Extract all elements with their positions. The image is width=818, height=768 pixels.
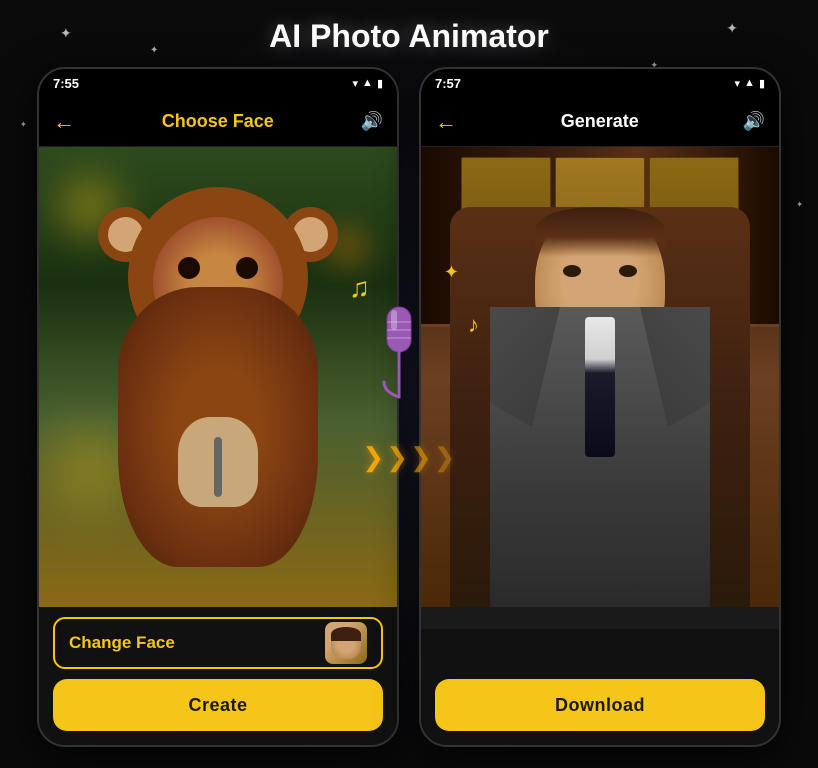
battery-icon: ▮ bbox=[377, 77, 383, 90]
right-status-bar: 7:57 ▾ ▲ ▮ bbox=[421, 69, 779, 97]
suit-lapel-right bbox=[640, 307, 710, 427]
right-status-icons: ▾ ▲ ▮ bbox=[735, 77, 765, 90]
man-hair bbox=[535, 207, 665, 257]
left-image-area bbox=[39, 147, 397, 607]
monkey-costume bbox=[88, 187, 348, 567]
create-button[interactable]: Create bbox=[53, 679, 383, 731]
right-wifi-icon: ▲ bbox=[744, 77, 755, 89]
right-nav-bar: ← Generate 🔊 bbox=[421, 97, 779, 147]
child-eye-left bbox=[178, 257, 200, 279]
left-status-bar: 7:55 ▾ ▲ ▮ bbox=[39, 69, 397, 97]
right-sound-icon[interactable]: 🔊 bbox=[743, 111, 765, 132]
right-status-time: 7:57 bbox=[435, 76, 461, 91]
suited-man bbox=[460, 157, 740, 607]
monkey-child-image bbox=[39, 147, 397, 607]
left-back-button[interactable]: ← bbox=[53, 109, 75, 135]
man-eye-right bbox=[619, 265, 637, 277]
suit-lapel-left bbox=[490, 307, 560, 427]
right-signal-icon: ▾ bbox=[735, 77, 741, 90]
signal-icon: ▾ bbox=[353, 77, 359, 90]
right-nav-title: Generate bbox=[561, 111, 639, 132]
right-battery-icon: ▮ bbox=[759, 77, 765, 90]
left-sound-icon[interactable]: 🔊 bbox=[361, 111, 383, 132]
change-face-button[interactable]: Change Face bbox=[53, 617, 383, 669]
zipper bbox=[214, 437, 222, 497]
messi-thumbnail bbox=[331, 627, 361, 659]
suited-man-image bbox=[421, 147, 779, 607]
download-button[interactable]: Download bbox=[435, 679, 765, 731]
left-nav-bar: ← Choose Face 🔊 bbox=[39, 97, 397, 147]
right-phone-controls: Download bbox=[421, 629, 779, 745]
costume-body bbox=[118, 287, 318, 567]
left-status-icons: ▾ ▲ ▮ bbox=[353, 77, 383, 90]
right-image-area bbox=[421, 147, 779, 607]
page-title: AI Photo Animator bbox=[0, 0, 818, 67]
suit-body bbox=[490, 307, 710, 607]
child-eye-right bbox=[236, 257, 258, 279]
left-phone-controls: Change Face Create bbox=[39, 607, 397, 745]
mini-hair bbox=[331, 627, 361, 641]
man-eye-left bbox=[563, 265, 581, 277]
change-face-label: Change Face bbox=[69, 633, 175, 653]
right-phone: 7:57 ▾ ▲ ▮ ← Generate 🔊 bbox=[419, 67, 781, 747]
left-status-time: 7:55 bbox=[53, 76, 79, 91]
right-back-button[interactable]: ← bbox=[435, 109, 457, 135]
shirt-tie bbox=[585, 317, 615, 457]
face-thumbnail bbox=[325, 622, 367, 664]
left-nav-title: Choose Face bbox=[162, 111, 274, 132]
phones-container: 7:55 ▾ ▲ ▮ ← Choose Face 🔊 bbox=[0, 67, 818, 747]
wifi-icon: ▲ bbox=[362, 77, 373, 89]
left-phone: 7:55 ▾ ▲ ▮ ← Choose Face 🔊 bbox=[37, 67, 399, 747]
